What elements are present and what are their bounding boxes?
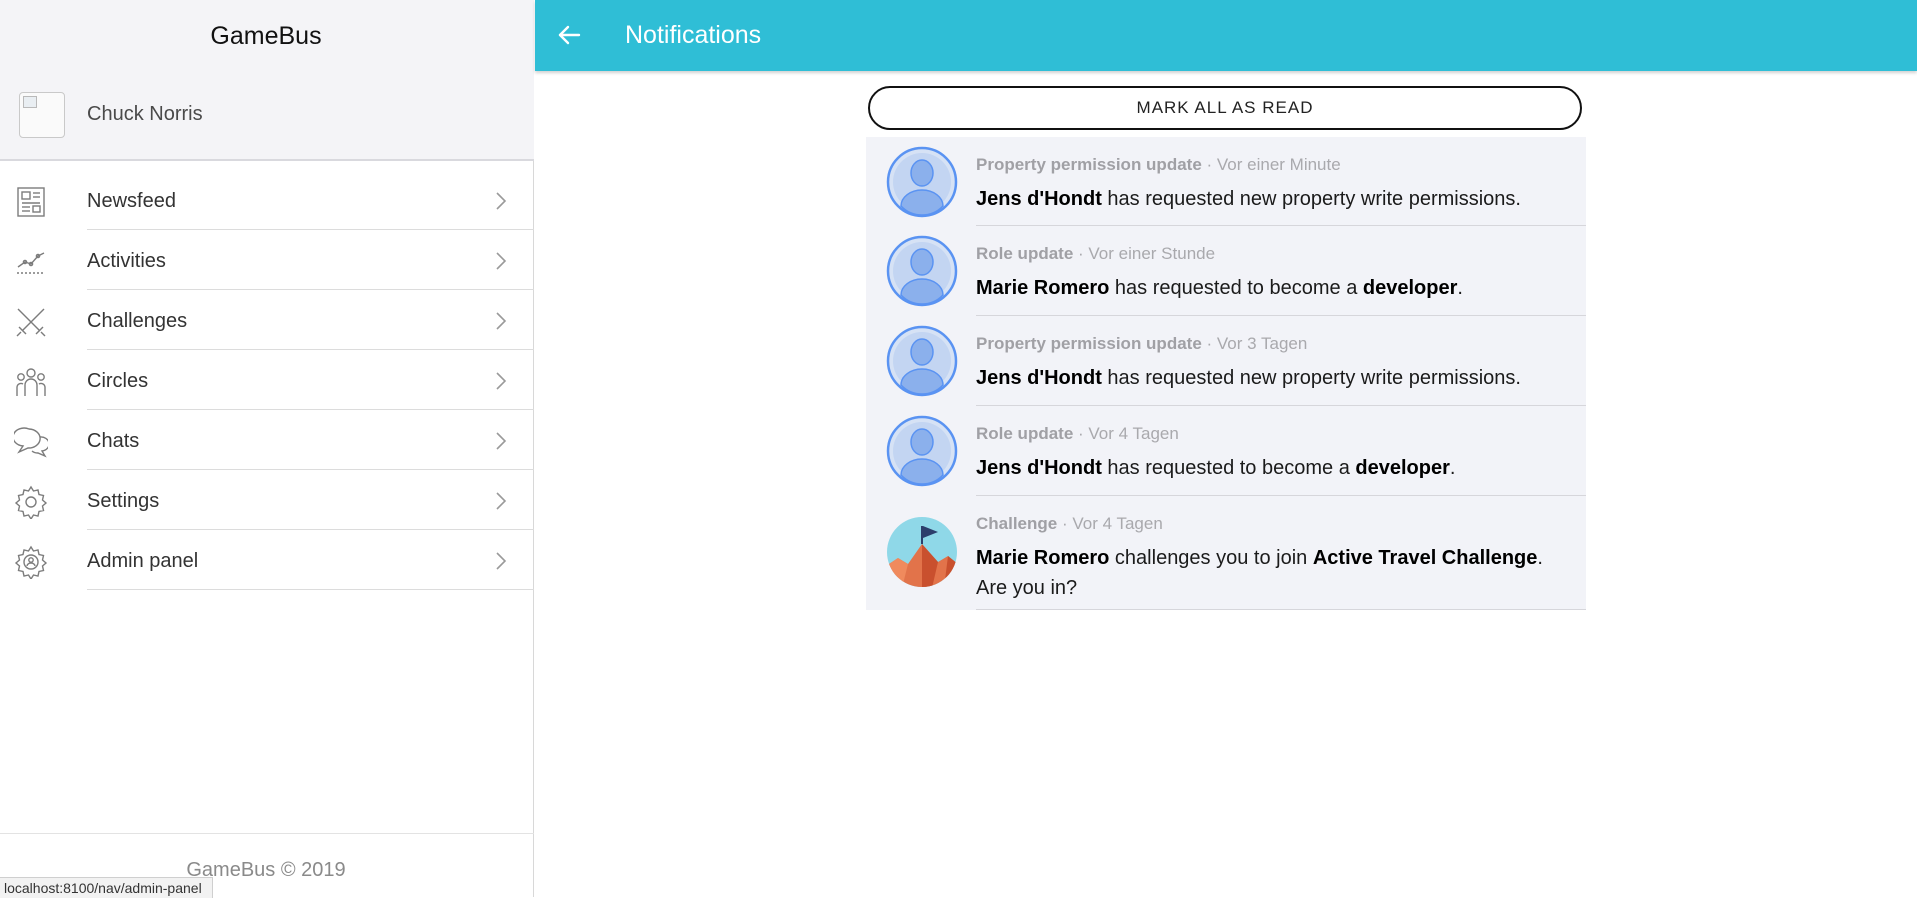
menu-item-label: Challenges bbox=[87, 310, 188, 332]
menu-item-chats[interactable]: Chats bbox=[0, 410, 534, 470]
chat-bubbles-icon bbox=[14, 427, 48, 458]
status-bar-url: localhost:8100/nav/admin-panel bbox=[0, 877, 213, 898]
chevron-right-icon bbox=[496, 312, 507, 330]
notification-meta: Property permission update · Vor einer M… bbox=[976, 155, 1341, 175]
menu-item-circles[interactable]: Circles bbox=[0, 350, 534, 410]
notification-object: developer bbox=[1362, 277, 1458, 299]
side-menu-header: GameBus Chuck Norris bbox=[0, 0, 534, 161]
chevron-right-icon bbox=[496, 372, 507, 390]
chevron-right-icon bbox=[496, 492, 507, 510]
notification-text: has requested new property write permiss… bbox=[1101, 188, 1521, 210]
page-title: Notifications bbox=[625, 21, 762, 49]
notification-actor: Jens d'Hondt bbox=[976, 367, 1102, 389]
chevron-right-icon bbox=[496, 252, 507, 270]
divider bbox=[976, 609, 1586, 610]
group-icon bbox=[16, 368, 46, 396]
notification-item[interactable]: Role update · Vor 4 Tagen Jens d'Hondt h… bbox=[866, 406, 1586, 496]
mountain-flag-icon bbox=[887, 517, 957, 587]
activity-chart-icon bbox=[17, 252, 45, 274]
user-avatar[interactable] bbox=[19, 92, 65, 138]
notification-item[interactable]: Challenge · Vor 4 Tagen Marie Romero cha… bbox=[866, 496, 1586, 610]
menu-item-admin-panel[interactable]: Admin panel bbox=[0, 530, 534, 590]
meta-separator: · bbox=[1057, 514, 1073, 533]
notification-text: has requested to become a bbox=[1101, 457, 1356, 479]
notification-time: Vor 4 Tagen bbox=[1072, 514, 1163, 533]
newspaper-icon bbox=[17, 187, 45, 217]
notification-end: . bbox=[1457, 277, 1463, 299]
side-menu: GameBus Chuck Norris Newsfeed Activities… bbox=[0, 0, 534, 897]
menu-item-challenges[interactable]: Challenges bbox=[0, 290, 534, 350]
notification-type: Property permission update bbox=[976, 334, 1202, 353]
meta-separator: · bbox=[1073, 244, 1089, 263]
menu-item-activities[interactable]: Activities bbox=[0, 230, 534, 290]
notification-meta: Property permission update · Vor 3 Tagen bbox=[976, 334, 1307, 354]
user-silhouette-icon bbox=[886, 235, 958, 307]
menu-item-label: Activities bbox=[87, 250, 166, 272]
side-menu-footer: GameBus © 2019 bbox=[0, 833, 534, 881]
notification-message: Marie Romero has requested to become a d… bbox=[976, 273, 1556, 303]
notification-time: Vor 3 Tagen bbox=[1216, 334, 1308, 353]
notification-meta: Challenge · Vor 4 Tagen bbox=[976, 514, 1163, 534]
notification-type: Role update bbox=[976, 424, 1074, 443]
meta-separator: · bbox=[1201, 155, 1217, 174]
notification-time: Vor einer Minute bbox=[1216, 155, 1341, 174]
notification-actor: Jens d'Hondt bbox=[976, 457, 1102, 479]
notification-text: challenges you to join bbox=[1109, 547, 1313, 569]
gear-icon bbox=[14, 485, 48, 519]
menu-item-label: Admin panel bbox=[87, 550, 199, 572]
menu-item-settings[interactable]: Settings bbox=[0, 470, 534, 530]
notification-meta: Role update · Vor einer Stunde bbox=[976, 244, 1215, 264]
notification-time: Vor einer Stunde bbox=[1088, 244, 1216, 263]
crossed-swords-icon bbox=[16, 308, 46, 337]
header-toolbar: Notifications bbox=[535, 0, 1917, 71]
notification-item[interactable]: Role update · Vor einer Stunde Marie Rom… bbox=[866, 226, 1586, 316]
notification-time: Vor 4 Tagen bbox=[1088, 424, 1179, 443]
menu-item-label: Circles bbox=[87, 370, 149, 392]
notification-object: developer bbox=[1355, 457, 1450, 479]
menu-item-newsfeed[interactable]: Newsfeed bbox=[0, 170, 534, 230]
notification-type: Property permission update bbox=[976, 155, 1202, 174]
notification-message: Marie Romero challenges you to join Acti… bbox=[976, 543, 1556, 603]
meta-separator: · bbox=[1201, 334, 1217, 353]
notification-actor: Marie Romero bbox=[976, 547, 1110, 569]
notification-message: Jens d'Hondt has requested new property … bbox=[976, 363, 1556, 393]
notification-type: Challenge bbox=[976, 514, 1058, 533]
notification-type: Role update bbox=[976, 244, 1074, 263]
notification-end: . bbox=[1449, 457, 1456, 479]
user-silhouette-icon bbox=[886, 325, 958, 397]
chevron-right-icon bbox=[496, 192, 507, 210]
app-title: GameBus bbox=[210, 22, 322, 50]
notification-text: has requested to become a bbox=[1109, 277, 1363, 299]
chevron-right-icon bbox=[496, 552, 507, 570]
menu-item-label: Chats bbox=[87, 430, 140, 452]
notification-list: Property permission update · Vor einer M… bbox=[866, 137, 1586, 610]
notification-item[interactable]: Property permission update · Vor 3 Tagen… bbox=[866, 316, 1586, 406]
user-silhouette-icon bbox=[886, 415, 958, 487]
notification-actor: Jens d'Hondt bbox=[976, 188, 1102, 210]
meta-separator: · bbox=[1073, 424, 1089, 443]
notification-message: Jens d'Hondt has requested new property … bbox=[976, 184, 1556, 214]
notification-actor: Marie Romero bbox=[976, 277, 1110, 299]
mark-all-read-button[interactable]: MARK ALL AS READ bbox=[868, 86, 1582, 130]
menu-item-label: Settings bbox=[87, 490, 160, 512]
chevron-right-icon bbox=[496, 432, 507, 450]
notification-message: Jens d'Hondt has requested to become a d… bbox=[976, 453, 1556, 483]
notification-item[interactable]: Property permission update · Vor einer M… bbox=[866, 137, 1586, 226]
nav-menu: Newsfeed Activities Challenges Circles C… bbox=[0, 170, 534, 590]
arrow-left-icon[interactable] bbox=[555, 20, 585, 50]
notification-meta: Role update · Vor 4 Tagen bbox=[976, 424, 1179, 444]
notification-text: has requested new property write permiss… bbox=[1101, 367, 1521, 389]
notification-object: Active Travel Challenge bbox=[1312, 547, 1538, 569]
menu-item-label: Newsfeed bbox=[87, 190, 176, 212]
divider bbox=[87, 589, 534, 590]
user-name[interactable]: Chuck Norris bbox=[87, 103, 203, 126]
user-silhouette-icon bbox=[886, 146, 958, 218]
admin-gear-icon bbox=[14, 545, 48, 579]
